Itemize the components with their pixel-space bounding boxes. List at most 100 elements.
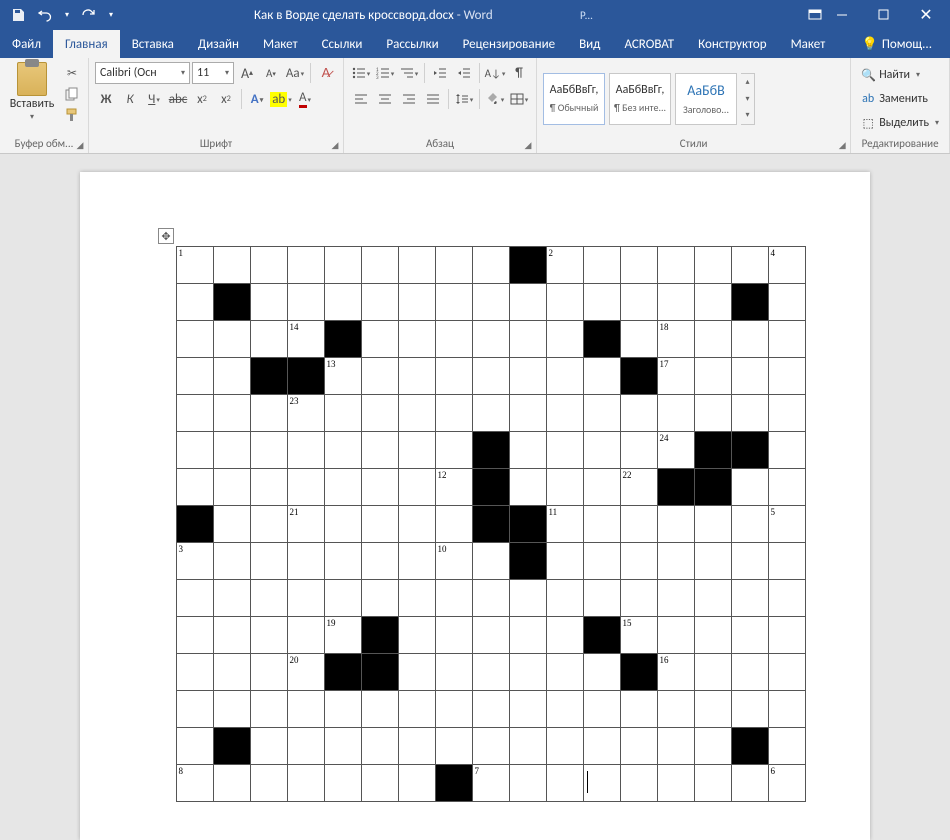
crossword-cell[interactable]: 23 (287, 394, 325, 432)
crossword-cell[interactable] (250, 616, 288, 654)
borders-icon[interactable] (508, 88, 530, 110)
crossword-cell[interactable] (250, 357, 288, 395)
crossword-cell[interactable] (213, 394, 251, 432)
crossword-cell[interactable]: 7 (472, 764, 510, 802)
crossword-cell[interactable] (620, 690, 658, 728)
replace-button[interactable]: abЗаменить (857, 88, 932, 110)
crossword-cell[interactable] (768, 283, 806, 321)
crossword-cell[interactable] (583, 764, 621, 802)
crossword-cell[interactable] (324, 320, 362, 358)
crossword-cell[interactable] (620, 246, 658, 284)
tell-me[interactable]: 💡Помощ... (850, 30, 950, 58)
tab-table-design[interactable]: Конструктор (686, 30, 778, 58)
crossword-cell[interactable] (176, 320, 214, 358)
font-name-select[interactable]: Calibri (Осн▾ (95, 62, 190, 84)
crossword-cell[interactable] (213, 246, 251, 284)
tab-mailings[interactable]: Рассылки (374, 30, 450, 58)
crossword-cell[interactable] (731, 394, 769, 432)
crossword-cell[interactable] (694, 579, 732, 617)
crossword-cell[interactable] (509, 283, 547, 321)
crossword-cell[interactable] (694, 653, 732, 691)
crossword-cell[interactable]: 11 (546, 505, 584, 543)
crossword-cell[interactable] (435, 394, 473, 432)
strikethrough-icon[interactable]: abc (167, 88, 189, 110)
crossword-cell[interactable] (213, 357, 251, 395)
crossword-cell[interactable] (768, 394, 806, 432)
crossword-cell[interactable] (620, 431, 658, 469)
crossword-cell[interactable] (361, 357, 399, 395)
tab-layout[interactable]: Макет (251, 30, 310, 58)
crossword-cell[interactable]: 10 (435, 542, 473, 580)
crossword-cell[interactable] (472, 579, 510, 617)
crossword-cell[interactable] (287, 542, 325, 580)
crossword-cell[interactable] (620, 653, 658, 691)
paste-dropdown-icon[interactable]: ▾ (30, 112, 34, 122)
clipboard-launcher-icon[interactable]: ◢ (74, 139, 86, 151)
crossword-cell[interactable] (176, 727, 214, 765)
crossword-cell[interactable] (768, 727, 806, 765)
crossword-cell[interactable] (546, 727, 584, 765)
crossword-cell[interactable] (583, 505, 621, 543)
crossword-cell[interactable] (398, 320, 436, 358)
shrink-font-icon[interactable]: A▾ (260, 62, 282, 84)
crossword-cell[interactable]: 3 (176, 542, 214, 580)
crossword-cell[interactable] (398, 394, 436, 432)
crossword-cell[interactable] (472, 690, 510, 728)
align-center-icon[interactable] (374, 88, 396, 110)
crossword-cell[interactable]: 5 (768, 505, 806, 543)
crossword-cell[interactable] (731, 505, 769, 543)
crossword-cell[interactable] (546, 616, 584, 654)
justify-icon[interactable] (422, 88, 444, 110)
copy-icon[interactable] (62, 85, 82, 103)
crossword-cell[interactable] (287, 283, 325, 321)
crossword-cell[interactable] (731, 542, 769, 580)
crossword-cell[interactable] (435, 764, 473, 802)
crossword-cell[interactable] (435, 357, 473, 395)
crossword-cell[interactable] (250, 431, 288, 469)
crossword-cell[interactable] (731, 579, 769, 617)
paragraph-launcher-icon[interactable]: ◢ (522, 139, 534, 151)
crossword-cell[interactable] (250, 542, 288, 580)
crossword-cell[interactable] (435, 246, 473, 284)
crossword-cell[interactable] (472, 616, 510, 654)
crossword-cell[interactable] (583, 320, 621, 358)
crossword-cell[interactable] (250, 468, 288, 506)
crossword-cell[interactable] (250, 653, 288, 691)
crossword-cell[interactable] (361, 431, 399, 469)
crossword-cell[interactable] (250, 690, 288, 728)
sort-icon[interactable]: A↓ (484, 62, 506, 84)
crossword-cell[interactable] (694, 690, 732, 728)
crossword-cell[interactable] (250, 579, 288, 617)
font-size-select[interactable]: 11▾ (192, 62, 234, 84)
crossword-cell[interactable] (472, 394, 510, 432)
crossword-cell[interactable] (398, 431, 436, 469)
crossword-cell[interactable] (250, 394, 288, 432)
crossword-cell[interactable] (435, 690, 473, 728)
tab-file[interactable]: Файл (0, 30, 53, 58)
crossword-cell[interactable] (213, 727, 251, 765)
tab-design[interactable]: Дизайн (186, 30, 251, 58)
crossword-cell[interactable] (731, 653, 769, 691)
crossword-cell[interactable]: 15 (620, 616, 658, 654)
crossword-cell[interactable]: 20 (287, 653, 325, 691)
undo-dropdown-icon[interactable]: ▾ (62, 3, 72, 27)
crossword-cell[interactable] (435, 579, 473, 617)
crossword-cell[interactable] (250, 727, 288, 765)
crossword-cell[interactable] (546, 320, 584, 358)
crossword-cell[interactable] (583, 690, 621, 728)
crossword-cell[interactable] (509, 246, 547, 284)
crossword-cell[interactable]: 2 (546, 246, 584, 284)
crossword-cell[interactable] (731, 727, 769, 765)
ribbon-display-icon[interactable] (808, 9, 822, 21)
crossword-cell[interactable] (324, 653, 362, 691)
crossword-cell[interactable] (657, 727, 695, 765)
crossword-cell[interactable] (213, 653, 251, 691)
crossword-cell[interactable] (287, 579, 325, 617)
crossword-cell[interactable] (361, 616, 399, 654)
crossword-cell[interactable] (546, 283, 584, 321)
crossword-cell[interactable]: 4 (768, 246, 806, 284)
crossword-cell[interactable]: 24 (657, 431, 695, 469)
crossword-cell[interactable]: 8 (176, 764, 214, 802)
crossword-cell[interactable] (620, 357, 658, 395)
crossword-cell[interactable] (657, 283, 695, 321)
